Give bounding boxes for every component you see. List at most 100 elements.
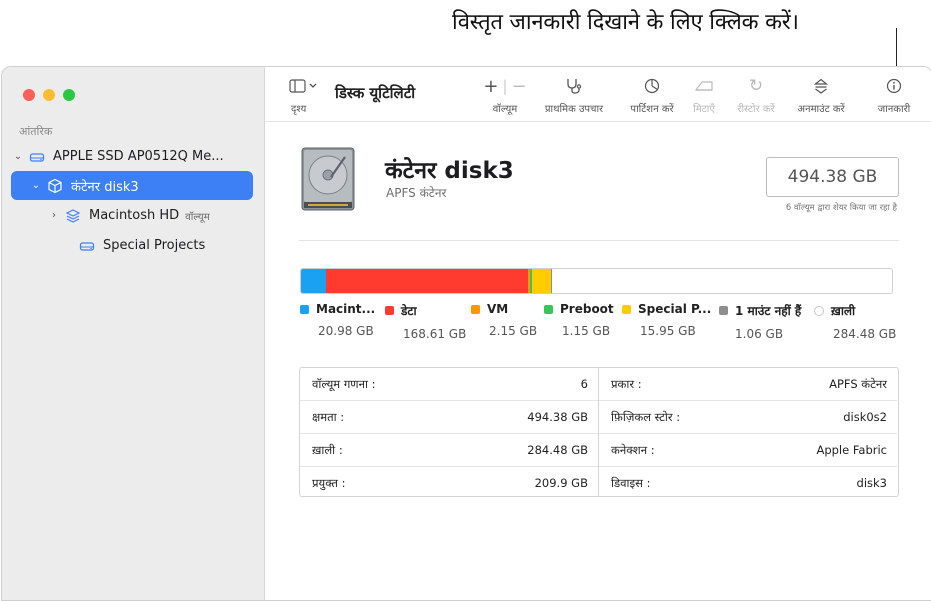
chevron-right-icon[interactable]: › <box>47 210 61 221</box>
info-button[interactable]: जानकारी <box>869 75 919 115</box>
usage-segment-data <box>326 269 528 293</box>
stethoscope-icon <box>537 75 611 97</box>
legend-preboot: Preboot 1.15 GB <box>544 302 614 338</box>
usage-bar <box>300 268 893 294</box>
restore-label: रीस्टोर करें <box>737 104 775 115</box>
legend-label: VM <box>487 302 509 316</box>
legend-special-projects: Special P... 15.95 GB <box>622 302 711 338</box>
partition-label: पार्टिशन करें <box>630 104 674 115</box>
eraser-icon <box>689 75 719 97</box>
info-label: प्रकार : <box>611 376 642 391</box>
erase-button[interactable]: मिटाएँ <box>689 75 719 115</box>
sidebar-item-apple-ssd[interactable]: ⌄ APPLE SSD AP0512Q Me... <box>11 142 253 171</box>
close-window-button[interactable] <box>23 89 35 101</box>
info-row: ख़ाली : 284.48 GB <box>300 434 598 467</box>
info-row: कनेक्शन : Apple Fabric <box>599 434 897 467</box>
usage-segment-special-projects <box>531 269 551 293</box>
legend-value: 2.15 GB <box>489 324 538 338</box>
first-aid-label: प्राथमिक उपचार <box>544 104 604 115</box>
container-size: 494.38 GB <box>766 157 899 197</box>
view-label: दृश्य <box>291 104 307 115</box>
sidebar-item-special-projects[interactable]: Special Projects <box>11 231 253 260</box>
shared-volumes-note: 6 वॉल्यूम द्वारा शेयर किया जा रहा है <box>785 203 897 213</box>
legend-free: ख़ाली 284.48 GB <box>814 302 896 341</box>
first-aid-button[interactable]: प्राथमिक उपचार <box>537 75 611 115</box>
legend-label: Special P... <box>638 302 712 316</box>
volume-label: वॉल्यूम <box>492 104 518 115</box>
info-label: वॉल्यूम गणना : <box>312 376 376 391</box>
legend-label: ख़ाली <box>831 304 856 318</box>
legend-macintosh: Macint... 20.98 GB <box>300 302 375 338</box>
legend-value: 1.06 GB <box>735 327 784 341</box>
legend-label: Macint... <box>316 302 376 316</box>
legend-data: डेटा 168.61 GB <box>385 302 466 341</box>
restore-button[interactable]: ↻ रीस्टोर करें <box>731 75 781 115</box>
legend-swatch <box>814 305 824 316</box>
legend-swatch <box>300 304 309 314</box>
chevron-down-icon[interactable]: ⌄ <box>29 180 43 191</box>
info-value: 209.9 GB <box>534 476 588 490</box>
sidebar-item-label: Macintosh HD <box>89 208 180 223</box>
sidebar: आंतरिक ⌄ APPLE SSD AP0512Q Me... ⌄ कंटेन… <box>2 67 265 600</box>
volume-button[interactable]: + | − वॉल्यूम <box>475 75 535 116</box>
info-table: वॉल्यूम गणना : 6 क्षमता : 494.38 GB ख़ाली … <box>299 367 899 497</box>
legend-swatch <box>471 304 480 314</box>
sidebar-item-container-disk3[interactable]: ⌄ कंटेनर disk3 <box>11 171 253 200</box>
info-label: डिवाइस : <box>611 475 651 490</box>
legend-value: 168.61 GB <box>403 327 467 341</box>
chevron-down-icon[interactable]: ⌄ <box>11 151 25 162</box>
sidebar-item-label: Special Projects <box>103 238 206 253</box>
sidebar-section-internal: आंतरिक <box>19 125 53 138</box>
sidebar-toggle-icon <box>283 75 325 97</box>
info-row: वॉल्यूम गणना : 6 <box>300 368 598 401</box>
zoom-window-button[interactable] <box>63 89 75 101</box>
hard-disk-icon <box>301 147 355 211</box>
sidebar-item-label: कंटेनर disk3 <box>71 179 139 195</box>
minimize-window-button[interactable] <box>43 89 55 101</box>
app-title: डिस्क यूटिलिटी <box>335 84 416 102</box>
legend-value: 15.95 GB <box>640 324 696 338</box>
info-row: डिवाइस : disk3 <box>599 467 897 499</box>
legend-swatch <box>385 306 394 315</box>
info-column-right: प्रकार : APFS कंटेनर फ़िज़िकल स्टोर : disk… <box>599 368 897 496</box>
info-label: फ़िज़िकल स्टोर : <box>611 409 681 424</box>
divider <box>299 240 899 241</box>
legend-value: 20.98 GB <box>318 324 374 338</box>
legend-value: 284.48 GB <box>833 327 897 341</box>
container-title: कंटेनर disk3 <box>385 158 514 184</box>
legend-swatch <box>622 304 631 314</box>
info-label: कनेक्शन : <box>611 442 655 457</box>
info-label: क्षमता : <box>312 409 345 424</box>
info-label: ख़ाली : <box>312 442 343 457</box>
erase-label: मिटाएँ <box>693 104 715 115</box>
info-value: disk0s2 <box>843 410 887 424</box>
partition-pie-icon <box>621 75 683 97</box>
legend-label: डेटा <box>401 304 417 318</box>
info-value: 284.48 GB <box>527 443 588 457</box>
info-row: प्रयुक्त : 209.9 GB <box>300 467 598 499</box>
view-button[interactable]: दृश्य <box>283 75 325 115</box>
info-row: फ़िज़िकल स्टोर : disk0s2 <box>599 401 897 434</box>
container-subtitle: APFS कंटेनर <box>386 186 447 200</box>
info-column-left: वॉल्यूम गणना : 6 क्षमता : 494.38 GB ख़ाली … <box>300 368 599 496</box>
info-row: प्रकार : APFS कंटेनर <box>599 368 897 401</box>
info-value: APFS कंटेनर <box>829 376 887 391</box>
legend-swatch <box>719 306 728 315</box>
legend-value: 1.15 GB <box>562 324 611 338</box>
info-row: क्षमता : 494.38 GB <box>300 401 598 434</box>
disk-utility-window: आंतरिक ⌄ APPLE SSD AP0512Q Me... ⌄ कंटेन… <box>1 66 931 601</box>
info-icon <box>869 75 919 97</box>
container-cube-icon <box>48 178 62 193</box>
info-value: disk3 <box>856 476 887 490</box>
callout-text: विस्तृत जानकारी दिखाने के लिए क्लिक करें… <box>452 10 799 35</box>
volume-stack-icon <box>65 208 81 223</box>
eject-icon <box>791 75 851 97</box>
usage-segment-free <box>551 269 892 293</box>
partition-button[interactable]: पार्टिशन करें <box>621 75 683 115</box>
sidebar-item-macintosh-hd[interactable]: › Macintosh HD वॉल्यूम <box>11 201 253 230</box>
drive-icon <box>79 241 95 251</box>
legend-label: Preboot <box>560 302 614 316</box>
info-label: जानकारी <box>877 104 911 115</box>
main-panel: दृश्य डिस्क यूटिलिटी + | − वॉल्यूम प्राथमि <box>265 67 931 600</box>
unmount-button[interactable]: अनमाउंट करें <box>791 75 851 115</box>
